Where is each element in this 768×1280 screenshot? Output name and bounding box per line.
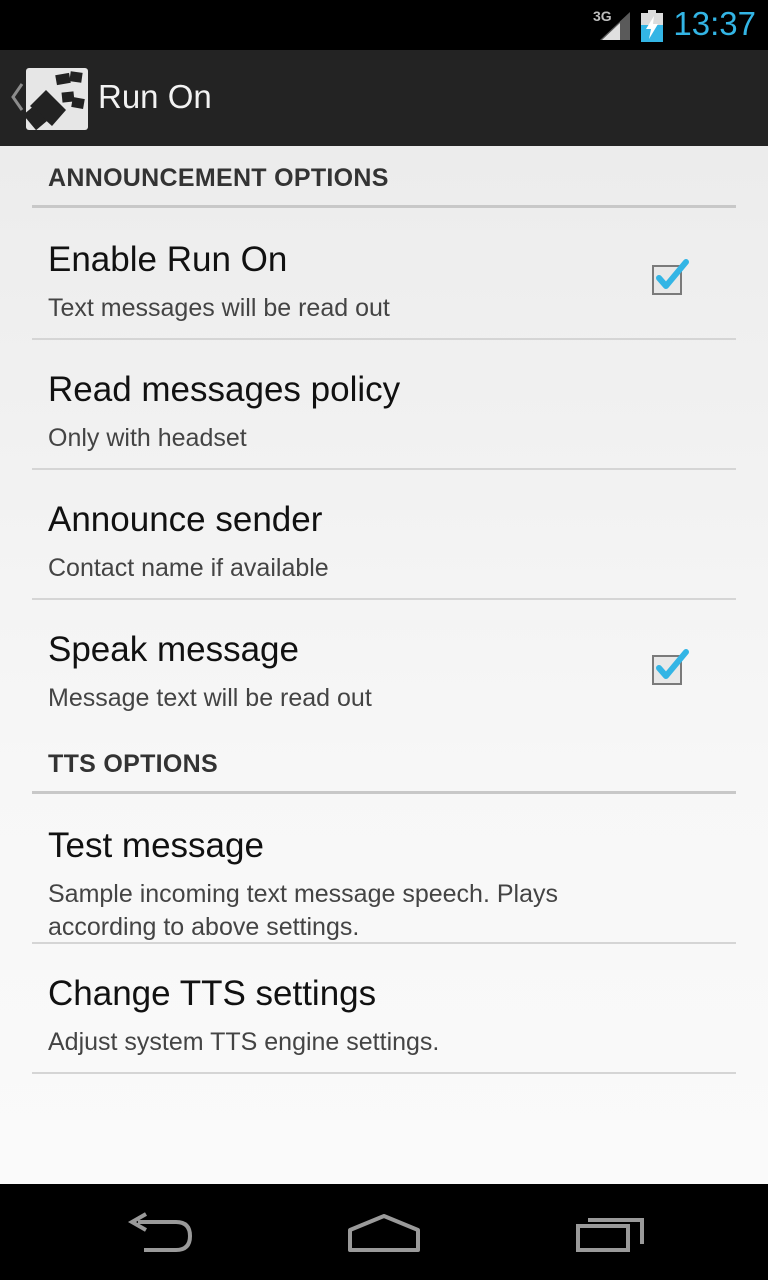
signal-icon bbox=[600, 12, 630, 40]
preferences-list: ANNOUNCEMENT OPTIONS Enable Run On Text … bbox=[0, 146, 768, 1184]
pref-read-messages-policy[interactable]: Read messages policy Only with headset bbox=[32, 340, 736, 470]
page-title: Run On bbox=[98, 78, 212, 115]
section-header-label: ANNOUNCEMENT OPTIONS bbox=[48, 164, 389, 192]
checkbox-checked-icon[interactable] bbox=[650, 256, 692, 298]
back-icon[interactable] bbox=[124, 1212, 196, 1256]
pref-change-tts-settings[interactable]: Change TTS settings Adjust system TTS en… bbox=[32, 944, 736, 1074]
section-header-label: TTS OPTIONS bbox=[48, 750, 218, 778]
pref-summary: Text messages will be read out bbox=[48, 294, 390, 322]
section-header-announcement: ANNOUNCEMENT OPTIONS bbox=[32, 146, 736, 208]
pref-enable-run-on[interactable]: Enable Run On Text messages will be read… bbox=[32, 210, 736, 340]
pref-summary: Contact name if available bbox=[48, 554, 329, 582]
battery-charging-icon bbox=[641, 10, 663, 42]
pref-title: Change TTS settings bbox=[48, 974, 377, 1013]
pref-title: Read messages policy bbox=[48, 370, 401, 409]
pref-speak-message[interactable]: Speak message Message text will be read … bbox=[32, 600, 736, 730]
pref-summary: Adjust system TTS engine settings. bbox=[48, 1028, 440, 1056]
section-header-tts: TTS OPTIONS bbox=[32, 732, 736, 794]
pref-title: Speak message bbox=[48, 630, 299, 669]
pref-summary: Sample incoming text message speech. Pla… bbox=[48, 880, 558, 941]
app-icon[interactable] bbox=[23, 68, 88, 131]
status-bar: 3G 13:37 bbox=[0, 0, 768, 50]
home-icon[interactable] bbox=[346, 1212, 422, 1256]
up-caret-icon[interactable] bbox=[8, 79, 28, 115]
pref-title: Enable Run On bbox=[48, 240, 288, 279]
pref-summary: Message text will be read out bbox=[48, 684, 372, 712]
pref-summary: Only with headset bbox=[48, 424, 247, 452]
pref-title: Announce sender bbox=[48, 500, 323, 539]
navigation-bar bbox=[0, 1184, 768, 1280]
recent-apps-icon[interactable] bbox=[574, 1212, 648, 1256]
clock: 13:37 bbox=[673, 5, 756, 42]
pref-test-message[interactable]: Test message Sample incoming text messag… bbox=[32, 796, 736, 944]
pref-title: Test message bbox=[48, 826, 264, 865]
checkbox-checked-icon[interactable] bbox=[650, 646, 692, 688]
pref-announce-sender[interactable]: Announce sender Contact name if availabl… bbox=[32, 470, 736, 600]
action-bar: Run On bbox=[0, 50, 768, 146]
